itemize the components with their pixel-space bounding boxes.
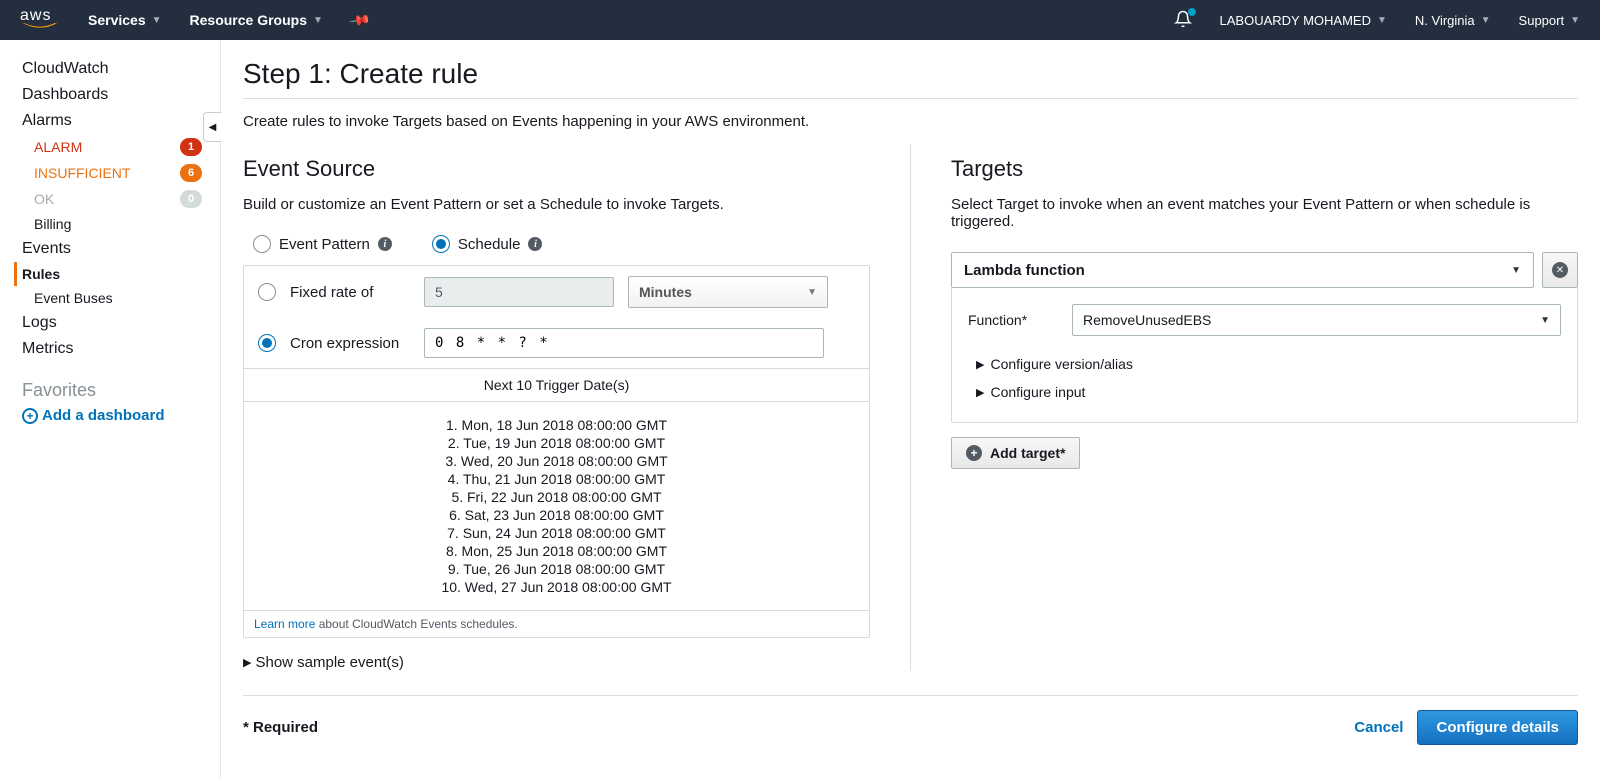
- configure-version-alias[interactable]: ▶Configure version/alias: [968, 350, 1561, 378]
- main-content: Step 1: Create rule Create rules to invo…: [220, 40, 1600, 779]
- add-dashboard-link[interactable]: +Add a dashboard: [22, 407, 220, 424]
- nav-metrics[interactable]: Metrics: [22, 336, 220, 362]
- nav-dashboards[interactable]: Dashboards: [22, 82, 220, 108]
- fixed-rate-radio[interactable]: [258, 283, 276, 301]
- aws-logo[interactable]: aws: [20, 7, 60, 33]
- configure-details-button[interactable]: Configure details: [1417, 710, 1578, 745]
- learn-more-link[interactable]: Learn more: [254, 617, 315, 631]
- configure-input[interactable]: ▶Configure input: [968, 378, 1561, 406]
- support-menu[interactable]: Support▼: [1519, 13, 1580, 28]
- notifications-icon[interactable]: [1174, 10, 1192, 31]
- required-note: * Required: [243, 719, 318, 736]
- target-type-select[interactable]: Lambda function▼: [951, 252, 1534, 288]
- caret-right-icon: ▶: [976, 386, 984, 399]
- nav-events[interactable]: Events: [22, 236, 220, 262]
- function-label: Function*: [968, 312, 1058, 328]
- info-icon[interactable]: i: [378, 237, 392, 251]
- cron-expression-input[interactable]: [424, 328, 824, 358]
- nav-alarm-red[interactable]: ALARM1: [22, 134, 220, 160]
- fixed-rate-input[interactable]: [424, 277, 614, 307]
- cancel-button[interactable]: Cancel: [1354, 719, 1403, 736]
- caret-down-icon: ▼: [1570, 15, 1580, 26]
- nav-event-buses[interactable]: Event Buses: [22, 286, 220, 310]
- learn-more-row: Learn more about CloudWatch Events sched…: [244, 610, 869, 637]
- nav-alarms[interactable]: Alarms: [22, 108, 220, 134]
- caret-down-icon: ▼: [1511, 265, 1521, 276]
- targets-column: Targets Select Target to invoke when an …: [911, 144, 1578, 671]
- insufficient-count-badge: 6: [180, 164, 202, 182]
- trigger-date: 2. Tue, 19 Jun 2018 08:00:00 GMT: [258, 434, 855, 452]
- page-subtitle: Create rules to invoke Targets based on …: [243, 98, 1578, 144]
- page-title: Step 1: Create rule: [243, 58, 1578, 90]
- show-sample-events[interactable]: ▶Show sample event(s): [243, 654, 870, 671]
- nav-rules[interactable]: Rules: [14, 262, 220, 286]
- trigger-dates-header: Next 10 Trigger Date(s): [244, 368, 869, 401]
- nav-logs[interactable]: Logs: [22, 310, 220, 336]
- schedule-box: Fixed rate of Minutes▼ Cron expression N…: [243, 265, 870, 638]
- trigger-date: 7. Sun, 24 Jun 2018 08:00:00 GMT: [258, 524, 855, 542]
- pin-icon[interactable]: 📌: [348, 8, 372, 32]
- info-icon[interactable]: i: [528, 237, 542, 251]
- caret-down-icon: ▼: [807, 287, 817, 298]
- event-source-desc: Build or customize an Event Pattern or s…: [243, 196, 870, 213]
- ok-count-badge: 0: [180, 190, 202, 208]
- services-menu[interactable]: Services▼: [88, 12, 162, 28]
- form-footer: * Required Cancel Configure details: [243, 695, 1578, 745]
- nav-ok[interactable]: OK0: [22, 186, 220, 212]
- fixed-rate-label: Fixed rate of: [290, 284, 410, 301]
- trigger-date: 6. Sat, 23 Jun 2018 08:00:00 GMT: [258, 506, 855, 524]
- caret-right-icon: ▶: [243, 656, 251, 669]
- targets-heading: Targets: [951, 156, 1578, 182]
- trigger-date: 5. Fri, 22 Jun 2018 08:00:00 GMT: [258, 488, 855, 506]
- nav-insufficient[interactable]: INSUFFICIENT6: [22, 160, 220, 186]
- schedule-radio[interactable]: Schedulei: [432, 235, 543, 253]
- event-pattern-radio[interactable]: Event Patterni: [253, 235, 392, 253]
- nav-cloudwatch[interactable]: CloudWatch: [22, 56, 220, 82]
- resource-groups-menu[interactable]: Resource Groups▼: [190, 12, 323, 28]
- user-menu[interactable]: LABOUARDY MOHAMED▼: [1220, 13, 1387, 28]
- caret-down-icon: ▼: [1540, 315, 1550, 326]
- trigger-date: 1. Mon, 18 Jun 2018 08:00:00 GMT: [258, 416, 855, 434]
- target-config-panel: Function* RemoveUnusedEBS▼ ▶Configure ve…: [951, 288, 1578, 423]
- trigger-date: 10. Wed, 27 Jun 2018 08:00:00 GMT: [258, 578, 855, 596]
- cron-expression-label: Cron expression: [290, 335, 410, 352]
- plus-circle-icon: +: [966, 445, 982, 461]
- targets-desc: Select Target to invoke when an event ma…: [951, 196, 1578, 230]
- region-menu[interactable]: N. Virginia▼: [1415, 13, 1491, 28]
- function-select[interactable]: RemoveUnusedEBS▼: [1072, 304, 1561, 336]
- trigger-date: 9. Tue, 26 Jun 2018 08:00:00 GMT: [258, 560, 855, 578]
- caret-down-icon: ▼: [1377, 15, 1387, 26]
- cron-expression-radio[interactable]: [258, 334, 276, 352]
- global-header: aws Services▼ Resource Groups▼ 📌 LABOUAR…: [0, 0, 1600, 40]
- trigger-date: 3. Wed, 20 Jun 2018 08:00:00 GMT: [258, 452, 855, 470]
- nav-billing[interactable]: Billing: [22, 212, 220, 236]
- caret-right-icon: ▶: [976, 358, 984, 371]
- caret-down-icon: ▼: [313, 15, 323, 26]
- trigger-date: 8. Mon, 25 Jun 2018 08:00:00 GMT: [258, 542, 855, 560]
- sidebar-collapse-button[interactable]: ◀: [203, 112, 221, 142]
- event-source-column: Event Source Build or customize an Event…: [243, 144, 911, 671]
- close-icon: ✕: [1552, 262, 1568, 278]
- add-target-button[interactable]: +Add target*: [951, 437, 1080, 469]
- alarm-count-badge: 1: [180, 138, 202, 156]
- favorites-header: Favorites: [22, 376, 220, 407]
- event-source-heading: Event Source: [243, 156, 870, 182]
- plus-circle-icon: +: [22, 408, 38, 424]
- trigger-dates-list: 1. Mon, 18 Jun 2018 08:00:00 GMT 2. Tue,…: [244, 401, 869, 610]
- sidebar: ◀ CloudWatch Dashboards Alarms ALARM1 IN…: [0, 40, 220, 779]
- remove-target-button[interactable]: ✕: [1542, 252, 1578, 288]
- trigger-date: 4. Thu, 21 Jun 2018 08:00:00 GMT: [258, 470, 855, 488]
- caret-down-icon: ▼: [1481, 15, 1491, 26]
- fixed-rate-unit-select[interactable]: Minutes▼: [628, 276, 828, 308]
- caret-down-icon: ▼: [152, 15, 162, 26]
